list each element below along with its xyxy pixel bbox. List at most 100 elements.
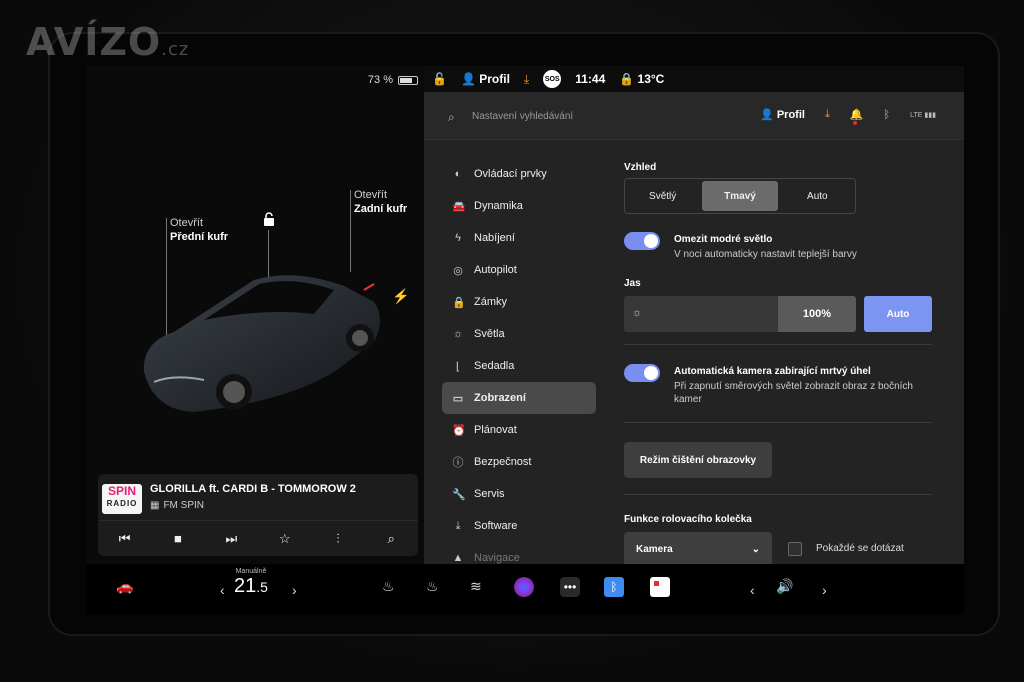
- sos-icon[interactable]: SOS: [543, 70, 562, 88]
- nav-item-seats[interactable]: ⌊ Sedadla: [442, 350, 596, 382]
- notification-bell-icon[interactable]: 🔔: [850, 108, 864, 125]
- nav-item-safety[interactable]: ⓘ Bezpečnost: [442, 446, 596, 478]
- blindspot-description: Při zapnutí směrových světel zobrazit ob…: [674, 381, 913, 405]
- nav-item-label: Zámky: [474, 296, 507, 308]
- blue-light-description: V noci automaticky nastavit teplejší bar…: [674, 249, 857, 260]
- lte-signal-icon: LTE ▮▮▮: [910, 111, 936, 119]
- stop-icon[interactable]: ■: [166, 531, 190, 546]
- temperature-value: 21.5: [234, 575, 268, 598]
- header-shortcuts: 👤 Profil ⤓ 🔔 ᛒ LTE ▮▮▮: [760, 108, 936, 125]
- profile-status-label: Profil: [479, 72, 510, 86]
- bolt-icon: ϟ: [455, 232, 461, 244]
- nav-item-label: Dynamika: [474, 200, 523, 212]
- alarm-icon: ⏰: [452, 424, 466, 437]
- station-logo: SPIN RADIO: [102, 484, 142, 514]
- temp-increase-chevron-icon[interactable]: ›: [292, 582, 297, 598]
- rear-trunk-button[interactable]: Otevřít Zadní kufr: [354, 188, 407, 216]
- appearance-selector: Světlý Tmavý Auto: [624, 178, 856, 214]
- screen-clean-mode-button[interactable]: Režim čištění obrazovky: [624, 442, 772, 478]
- wrench-icon: 🔧: [452, 488, 466, 501]
- search-input[interactable]: Nastavení vyhledávání: [472, 111, 573, 122]
- section-divider: [624, 422, 932, 423]
- charge-port-bolt-icon[interactable]: ⚡: [392, 288, 409, 305]
- scroll-wheel-label: Funkce rolovacího kolečka: [624, 514, 752, 525]
- nav-item-label: Navigace: [474, 552, 520, 564]
- watermark-suffix: .cz: [161, 39, 190, 60]
- volume-decrease-chevron-icon[interactable]: ‹: [750, 582, 755, 598]
- status-bar: 🔓 👤 Profil ⤓ SOS 11:44 🔒 13°C: [424, 66, 964, 92]
- nav-item-locks[interactable]: 🔒 Zámky: [442, 286, 596, 318]
- appearance-dark-option[interactable]: Tmavý: [702, 181, 778, 211]
- previous-track-icon[interactable]: ⏮: [113, 531, 137, 547]
- software-update-icon[interactable]: ⤓: [825, 108, 830, 121]
- climate-temperature[interactable]: Manuálně 21.5: [234, 568, 268, 598]
- media-search-icon[interactable]: ⌕: [379, 531, 403, 547]
- ask-every-time-checkbox[interactable]: [788, 542, 802, 556]
- unlock-status-icon[interactable]: 🔓: [432, 72, 447, 86]
- nav-item-service[interactable]: 🔧 Servis: [442, 478, 596, 510]
- car-panel: 73 % Otevřít Přední kufr Otevřít Zadní k…: [86, 66, 424, 564]
- brightness-auto-button[interactable]: Auto: [864, 296, 932, 332]
- outside-temp-value: 13°C: [637, 72, 665, 86]
- rear-defrost-icon[interactable]: ♨: [382, 578, 395, 595]
- nav-item-software[interactable]: ⤓ Software: [442, 510, 596, 542]
- clock: 11:44: [575, 72, 606, 86]
- car-icon: 🚘: [452, 200, 466, 213]
- calendar-app-icon[interactable]: [650, 577, 670, 597]
- temp-decrease-chevron-icon[interactable]: ‹: [220, 582, 225, 598]
- update-download-icon[interactable]: ⤓: [524, 72, 529, 87]
- appearance-light-option[interactable]: Světlý: [625, 179, 700, 213]
- nav-item-charging[interactable]: ϟ Nabíjení: [442, 222, 596, 254]
- blindspot-title: Automatická kamera zabírající mrtvý úhel: [674, 366, 871, 377]
- brightness-slider[interactable]: ☼ 100%: [624, 296, 856, 332]
- nav-item-autopilot[interactable]: ◎ Autopilot: [442, 254, 596, 286]
- car-menu-icon[interactable]: 🚗: [116, 578, 133, 595]
- outside-temp: 🔒 13°C: [619, 72, 665, 86]
- lte-label: LTE: [910, 111, 923, 119]
- front-defrost-icon[interactable]: ≋: [470, 578, 482, 595]
- nav-item-display[interactable]: ▭ Zobrazení: [442, 382, 596, 414]
- next-track-icon[interactable]: ⏭: [219, 531, 243, 547]
- front-trunk-action: Otevřít: [170, 217, 204, 229]
- sun-icon: ☼: [452, 328, 464, 340]
- bluetooth-app-icon[interactable]: ᛒ: [604, 577, 624, 597]
- blindspot-camera-toggle[interactable]: [624, 364, 660, 382]
- camera-app-icon[interactable]: [514, 577, 534, 597]
- unlock-icon[interactable]: [262, 212, 276, 231]
- more-apps-icon[interactable]: •••: [560, 577, 580, 597]
- blue-light-toggle[interactable]: [624, 232, 660, 250]
- seat-heater-icon[interactable]: ♨: [426, 578, 439, 595]
- nav-item-label: Světla: [474, 328, 505, 340]
- ask-every-time-label: Pokaždé se dotázat: [816, 543, 904, 554]
- volume-icon[interactable]: 🔊: [776, 578, 793, 595]
- search-icon[interactable]: ⌕: [448, 110, 455, 125]
- info-icon: ⓘ: [452, 457, 464, 469]
- watermark-brand: AVÍZO: [26, 20, 162, 64]
- front-trunk-button[interactable]: Otevřít Přední kufr: [170, 216, 228, 244]
- station-logo-bottom: RADIO: [106, 499, 138, 508]
- nav-item-dynamics[interactable]: 🚘 Dynamika: [442, 190, 596, 222]
- nav-item-label: Servis: [474, 488, 505, 500]
- chevron-down-icon: ⌄: [751, 543, 760, 555]
- temperature-integer: 21: [234, 575, 257, 597]
- profile-status[interactable]: 👤 Profil: [461, 72, 510, 86]
- favorite-star-icon[interactable]: ☆: [273, 531, 297, 547]
- profile-button[interactable]: 👤 Profil: [760, 108, 805, 121]
- brightness-label: Jas: [624, 278, 641, 289]
- appearance-auto-option[interactable]: Auto: [780, 179, 855, 213]
- bluetooth-icon[interactable]: ᛒ: [884, 109, 891, 121]
- lock-icon: 🔒: [452, 296, 466, 309]
- nav-item-label: Sedadla: [474, 360, 515, 372]
- scroll-wheel-dropdown[interactable]: Kamera ⌄: [624, 532, 772, 566]
- media-controls: ⏮ ■ ⏭ ☆ ⫶ ⌕: [98, 520, 418, 556]
- equalizer-icon[interactable]: ⫶: [326, 531, 350, 547]
- nav-item-lights[interactable]: ☼ Světla: [442, 318, 596, 350]
- volume-increase-chevron-icon[interactable]: ›: [822, 582, 827, 598]
- nav-item-schedule[interactable]: ⏰ Plánovat: [442, 414, 596, 446]
- climate-mode: Manuálně: [235, 568, 267, 575]
- temperature-decimal: .5: [256, 579, 268, 595]
- song-title: GLORILLA ft. CARDI B - TOMMOROW 2: [150, 483, 356, 495]
- nav-item-controls[interactable]: ◐ Ovládací prvky: [442, 158, 596, 190]
- battery-indicator: 73 %: [368, 74, 418, 86]
- bottom-dock: 🚗 ‹ Manuálně 21.5 › ♨ ♨ ≋ ••• ᛒ ‹ 🔊 ›: [86, 564, 964, 614]
